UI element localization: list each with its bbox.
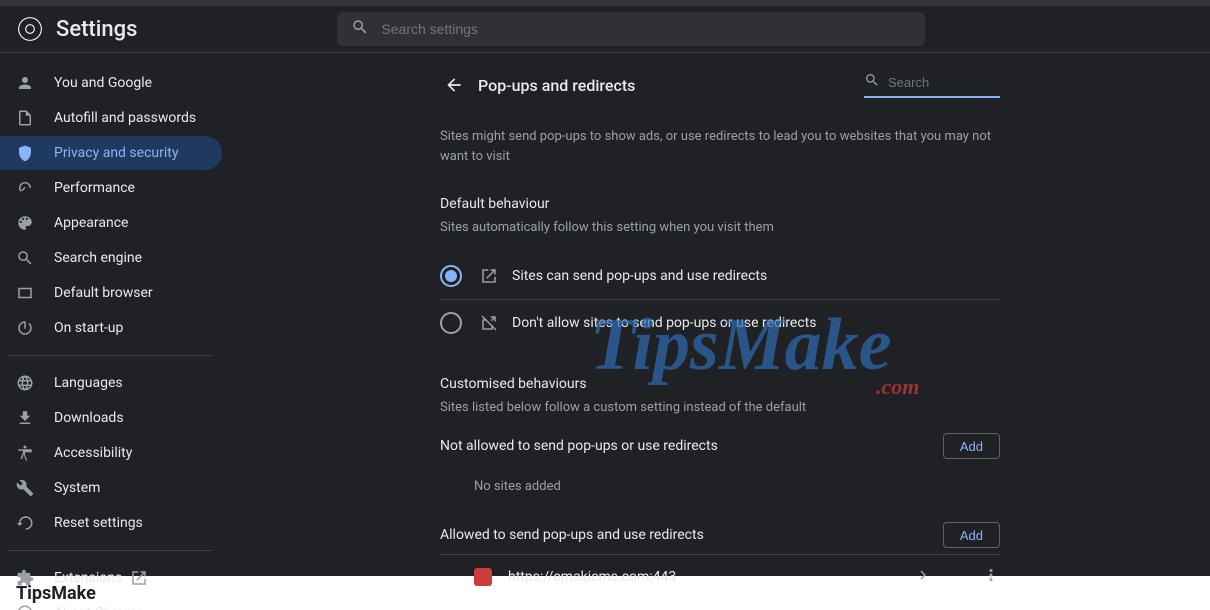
nav-label: Default browser — [54, 285, 153, 301]
page-title: Pop-ups and redirects — [478, 76, 635, 95]
back-button[interactable] — [440, 71, 468, 99]
radio-allow-popups[interactable]: Sites can send pop-ups and use redirects — [440, 253, 1000, 300]
nav-performance[interactable]: Performance — [0, 171, 222, 205]
radio-icon — [440, 265, 462, 287]
radio-label: Don't allow sites to send pop-ups or use… — [512, 315, 816, 331]
nav-accessibility[interactable]: Accessibility — [0, 436, 222, 470]
allowed-site-row[interactable]: https://emakicms.com:443 — [440, 554, 1000, 599]
nav-label: Appearance — [54, 215, 128, 231]
allowed-label: Allowed to send pop-ups and use redirect… — [440, 527, 704, 543]
nav-label: Downloads — [54, 410, 124, 426]
radio-label: Sites can send pop-ups and use redirects — [512, 268, 767, 284]
nav-appearance[interactable]: Appearance — [0, 206, 222, 240]
nav-downloads[interactable]: Downloads — [0, 401, 222, 435]
nav-languages[interactable]: Languages — [0, 366, 222, 400]
page-description: Sites might send pop-ups to show ads, or… — [440, 127, 1000, 166]
external-link-icon — [130, 569, 148, 587]
site-favicon — [474, 568, 492, 586]
nav-label: Search engine — [54, 250, 142, 266]
global-search[interactable] — [337, 12, 925, 46]
not-allowed-label: Not allowed to send pop-ups or use redir… — [440, 438, 718, 454]
nav-search-engine[interactable]: Search engine — [0, 241, 222, 275]
section-customised: Customised behaviours — [440, 376, 1000, 392]
nav-privacy-security[interactable]: Privacy and security — [0, 136, 222, 170]
app-title: Settings — [56, 17, 137, 42]
nav-label: System — [54, 480, 100, 496]
open-in-new-off-icon — [480, 314, 498, 332]
add-not-allowed-button[interactable]: Add — [943, 433, 1000, 459]
section-customised-sub: Sites listed below follow a custom setti… — [440, 400, 1000, 415]
settings-nav: You and Google Autofill and passwords Pr… — [0, 53, 230, 576]
radio-icon — [440, 312, 462, 334]
in-page-search-input[interactable] — [886, 74, 1000, 91]
nav-divider — [8, 550, 212, 551]
nav-on-startup[interactable]: On start-up — [0, 311, 222, 345]
chevron-right-icon[interactable] — [914, 566, 932, 588]
nav-label: Reset settings — [54, 515, 143, 531]
global-search-input[interactable] — [379, 20, 911, 38]
nav-label: Autofill and passwords — [54, 110, 196, 126]
chrome-icon — [16, 15, 44, 43]
site-url: https://emakicms.com:443 — [508, 569, 676, 585]
open-in-new-icon — [480, 267, 498, 285]
nav-label: On start-up — [54, 320, 123, 336]
add-allowed-button[interactable]: Add — [943, 522, 1000, 548]
more-vert-icon[interactable] — [982, 566, 1000, 588]
nav-default-browser[interactable]: Default browser — [0, 276, 222, 310]
nav-label: You and Google — [54, 75, 152, 91]
nav-system[interactable]: System — [0, 471, 222, 505]
in-page-search[interactable] — [864, 72, 1000, 98]
nav-label: Accessibility — [54, 445, 132, 461]
nav-label: Languages — [54, 375, 123, 391]
topbar: Settings — [0, 6, 1210, 53]
section-default-sub: Sites automatically follow this setting … — [440, 220, 1000, 235]
nav-autofill[interactable]: Autofill and passwords — [0, 101, 222, 135]
nav-label: Performance — [54, 180, 135, 196]
nav-label: About Chrome — [54, 605, 144, 610]
search-icon — [351, 18, 369, 40]
nav-label: Privacy and security — [54, 145, 178, 161]
nav-reset[interactable]: Reset settings — [0, 506, 222, 540]
not-allowed-empty: No sites added — [440, 459, 1000, 504]
nav-divider — [8, 355, 212, 356]
radio-block-popups[interactable]: Don't allow sites to send pop-ups or use… — [440, 300, 1000, 346]
nav-you-and-google[interactable]: You and Google — [0, 66, 222, 100]
section-default-behaviour: Default behaviour — [440, 196, 1000, 212]
search-icon — [864, 72, 880, 92]
